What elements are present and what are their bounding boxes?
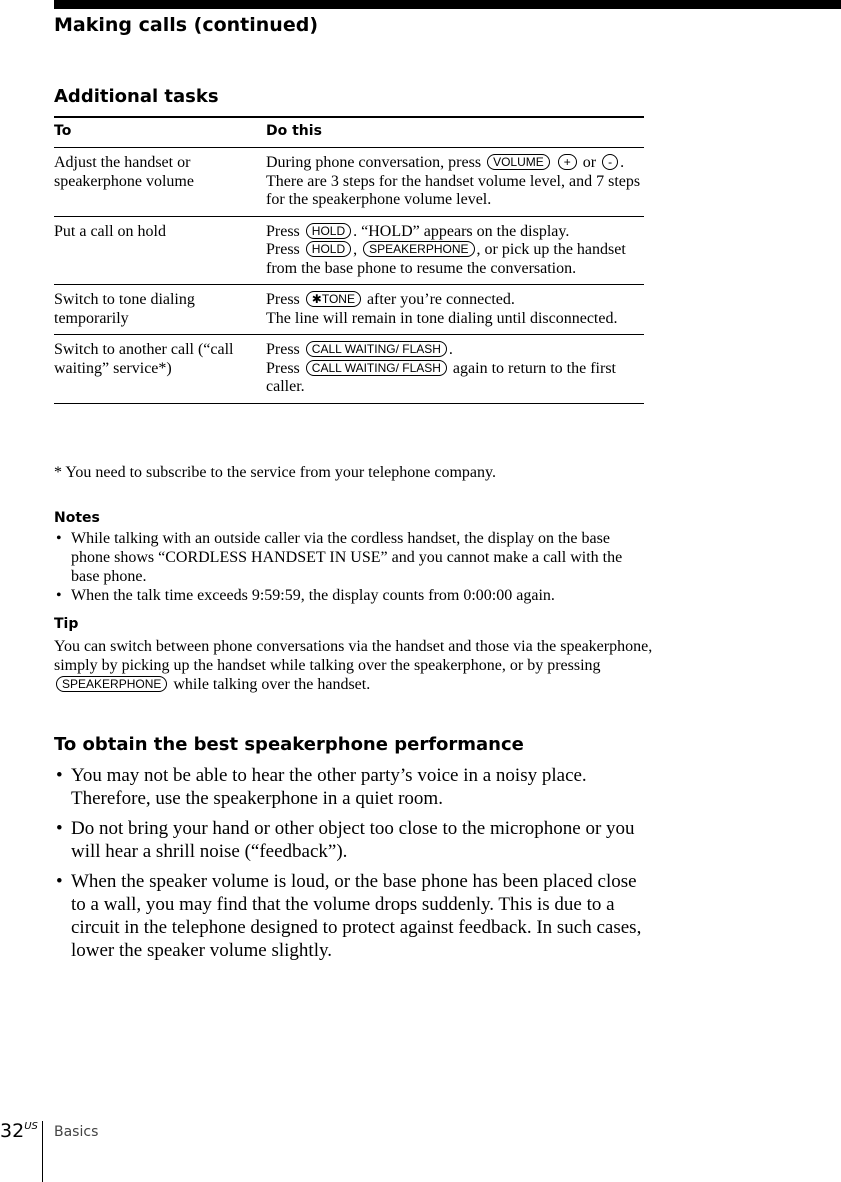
bullet-icon: • [56,871,63,892]
task-to-cell: Put a call on hold [54,216,266,285]
footer-section-label: Basics [54,1124,99,1140]
note-item: • When the talk time exceeds 9:59:59, th… [54,586,644,605]
instruction-text: . [620,154,625,171]
notes-list: • While talking with an outside caller v… [54,529,644,605]
instruction-text: Press [266,291,304,308]
instruction-text: Press [266,241,304,258]
column-header-do-this: Do this [266,116,644,148]
task-do-cell: Press CALL WAITING/ FLASH. Press CALL WAI… [266,334,644,404]
bullet-icon: • [56,765,63,786]
performance-text: Do not bring your hand or other object t… [71,818,635,862]
tip-text-after: while talking over the handset. [169,676,371,693]
task-to-cell: Switch to tone dialing temporarily [54,284,266,335]
phone-key-icon: VOLUME [487,154,550,170]
instruction-text: There are 3 steps for the handset volume… [266,172,641,209]
instruction-text: . “HOLD” appears on the display. [353,222,570,240]
instruction-text: During phone conversation, press [266,154,486,171]
phone-key-icon: CALL WAITING/ FLASH [305,341,447,357]
column-header-to: To [54,116,266,148]
performance-list: • You may not be able to hear the other … [54,764,654,969]
instruction-text: Press [266,359,304,377]
page-number-value: 32 [0,1120,25,1142]
note-item: • While talking with an outside caller v… [54,529,644,586]
instruction-text: . [448,341,453,358]
bullet-icon: • [56,587,62,604]
note-text: When the talk time exceeds 9:59:59, the … [71,587,555,604]
section-title-additional-tasks: Additional tasks [54,86,219,107]
phone-key-icon: - [602,154,619,170]
table-row: Switch to another call (“call waiting” s… [54,334,644,404]
performance-text: You may not be able to hear the other pa… [71,765,587,809]
additional-tasks-table: To Do this Adjust the handset or speaker… [54,116,644,404]
phone-key-icon: HOLD [305,222,352,239]
section-title-performance: To obtain the best speakerphone performa… [54,734,524,755]
table-header-row: To Do this [54,116,644,148]
table-row: Put a call on hold Press HOLD. “HOLD” ap… [54,216,644,285]
performance-item: • You may not be able to hear the other … [54,764,654,810]
page-title: Making calls (continued) [54,14,318,36]
instruction-text: Press [266,341,304,358]
bullet-icon: • [56,530,62,547]
tip-text-before: You can switch between phone conversatio… [54,638,653,674]
performance-item: • Do not bring your hand or other object… [54,817,654,863]
instruction-text: Press [266,222,304,240]
task-do-cell: During phone conversation, press VOLUME … [266,147,644,217]
task-do-cell: Press HOLD. “HOLD” appears on the displa… [266,216,644,285]
footer-divider [42,1121,43,1182]
phone-key-icon: CALL WAITING/ FLASH [305,359,447,376]
table-row: Adjust the handset or speakerphone volum… [54,147,644,217]
instruction-text: or [578,154,601,171]
phone-key-icon: SPEAKERPHONE [363,241,475,257]
notes-heading: Notes [54,510,100,526]
speakerphone-key-icon: SPEAKERPHONE [56,676,168,692]
instruction-text: The line will remain in tone dialing unt… [266,309,618,327]
table-footnote: * You need to subscribe to the service f… [54,464,496,481]
performance-item: • When the speaker volume is loud, or th… [54,870,654,962]
instruction-text: , [353,241,362,258]
note-text: While talking with an outside caller via… [71,530,623,585]
instruction-text [552,154,556,171]
phone-key-icon: HOLD [305,241,352,257]
page-region-suffix: US [24,1121,38,1132]
performance-text: When the speaker volume is loud, or the … [71,871,642,961]
phone-key-icon: ✱TONE [305,291,361,307]
instruction-text: after you’re connected. [362,291,515,308]
task-to-cell: Switch to another call (“call waiting” s… [54,334,266,404]
tip-heading: Tip [54,616,79,632]
header-bar [54,0,841,9]
task-to-cell: Adjust the handset or speakerphone volum… [54,147,266,217]
phone-key-icon: + [557,154,577,170]
bullet-icon: • [56,818,63,839]
page-number: 32US [0,1120,38,1142]
task-do-cell: Press ✱TONE after you’re connected. The l… [266,284,644,335]
tip-body: You can switch between phone conversatio… [54,637,654,694]
table-row: Switch to tone dialing temporarily Press… [54,284,644,335]
